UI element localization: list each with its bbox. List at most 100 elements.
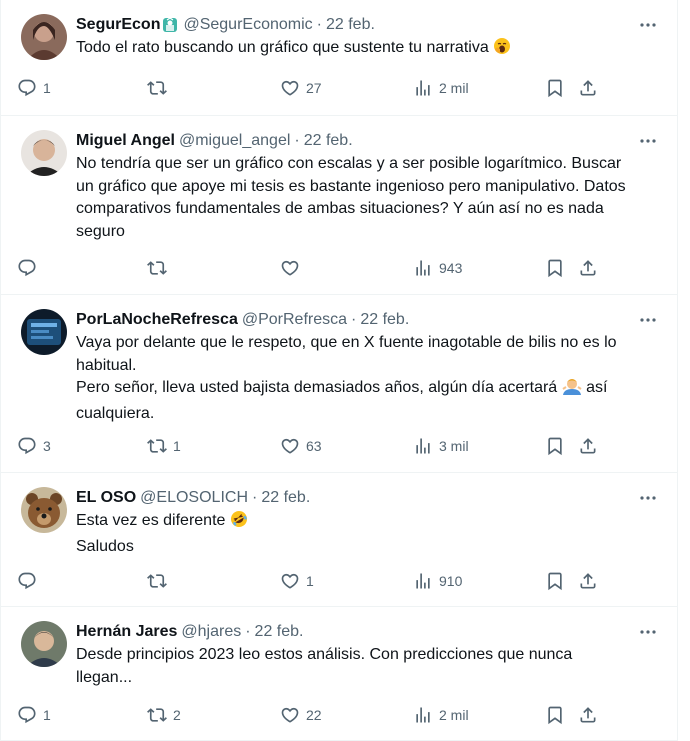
retweet-button[interactable]: 1 (147, 436, 181, 456)
reply-icon (18, 259, 36, 277)
like-count: 27 (306, 80, 322, 96)
tweet-header: PorLaNocheRefresca @PorRefresca · 22 feb… (76, 309, 631, 331)
retweet-button[interactable] (147, 258, 173, 278)
tweet-date[interactable]: 22 feb. (304, 132, 353, 150)
tweet[interactable]: Miguel Angel @miguel_angel · 22 feb. No … (1, 116, 677, 295)
share-button[interactable] (578, 705, 598, 725)
views-button[interactable]: 910 (413, 571, 462, 591)
replies-feed: SegurEcon @SegurEconomic · 22 feb. Todo … (0, 0, 678, 741)
bookmark-button[interactable] (545, 78, 565, 98)
more-options-icon[interactable] (637, 309, 659, 331)
reply-button[interactable]: 1 (17, 78, 51, 98)
retweet-button[interactable] (147, 571, 173, 591)
retweet-button[interactable]: 2 (147, 705, 181, 725)
author-handle[interactable]: @ELOSOLICH (140, 489, 248, 507)
views-button[interactable]: 3 mil (413, 436, 469, 456)
bookmark-button[interactable] (545, 571, 565, 591)
more-options-icon[interactable] (637, 487, 659, 509)
author-name[interactable]: Hernán Jares (76, 623, 177, 641)
share-button[interactable] (578, 436, 598, 456)
tweet[interactable]: EL OSO @ELOSOLICH · 22 feb. Esta vez es … (1, 473, 677, 607)
like-button[interactable]: 63 (280, 436, 322, 456)
man-shrugging-icon (562, 377, 582, 403)
like-count: 1 (306, 573, 314, 589)
share-icon (580, 707, 596, 723)
tweet[interactable]: PorLaNocheRefresca @PorRefresca · 22 feb… (1, 295, 677, 473)
tweet[interactable]: Hernán Jares @hjares · 22 feb. Desde pri… (1, 607, 677, 741)
view-count: 2 mil (439, 80, 469, 96)
heart-icon (281, 80, 299, 96)
author-handle[interactable]: @hjares (181, 623, 241, 641)
share-button[interactable] (578, 571, 598, 591)
author-handle[interactable]: @PorRefresca (242, 311, 347, 329)
tweet-text-line: Esta vez es diferente (76, 510, 631, 536)
views-chart-icon (416, 260, 430, 276)
like-button[interactable]: 1 (280, 571, 314, 591)
view-count: 2 mil (439, 707, 469, 723)
more-options-icon[interactable] (637, 14, 659, 36)
retweet-icon (147, 261, 167, 275)
avatar[interactable] (21, 309, 67, 355)
avatar[interactable] (21, 487, 67, 533)
tweet-date[interactable]: 22 feb. (326, 16, 375, 34)
retweet-button[interactable] (147, 78, 173, 98)
bookmark-button[interactable] (545, 436, 565, 456)
bookmark-button[interactable] (545, 705, 565, 725)
views-chart-icon (416, 707, 430, 723)
separator-dot: · (351, 311, 357, 328)
author-name[interactable]: PorLaNocheRefresca (76, 311, 238, 329)
rolling-on-floor-laughing-icon (230, 510, 248, 536)
author-handle[interactable]: @miguel_angel (179, 132, 290, 150)
share-button[interactable] (578, 258, 598, 278)
yawning-face-icon (493, 37, 511, 63)
views-button[interactable]: 2 mil (413, 78, 469, 98)
heart-icon (281, 707, 299, 723)
tweet-date[interactable]: 22 feb. (261, 489, 310, 507)
like-button[interactable] (280, 258, 306, 278)
reply-button[interactable] (17, 571, 43, 591)
share-button[interactable] (578, 78, 598, 98)
tweet-text-body: Todo el rato buscando un gráfico que sus… (76, 39, 489, 56)
bookmark-button[interactable] (545, 258, 565, 278)
reply-button[interactable]: 1 (17, 705, 51, 725)
reply-button[interactable]: 3 (17, 436, 51, 456)
avatar[interactable] (21, 14, 67, 60)
reply-icon (18, 572, 36, 590)
retweet-icon (147, 708, 167, 722)
share-icon (580, 438, 596, 454)
heart-icon (281, 438, 299, 454)
reply-count: 3 (43, 438, 51, 454)
separator-dot: · (316, 16, 322, 33)
bookmark-icon (548, 706, 562, 725)
tweet[interactable]: SegurEcon @SegurEconomic · 22 feb. Todo … (1, 0, 677, 116)
like-count: 22 (306, 707, 322, 723)
bookmark-icon (548, 437, 562, 456)
tweet-date[interactable]: 22 feb. (255, 623, 304, 641)
author-name[interactable]: EL OSO (76, 489, 136, 507)
views-button[interactable]: 2 mil (413, 705, 469, 725)
reply-icon (18, 79, 36, 97)
like-button[interactable]: 22 (280, 705, 322, 725)
views-button[interactable]: 943 (413, 258, 462, 278)
author-name[interactable]: SegurEcon (76, 16, 160, 34)
tweet-date[interactable]: 22 feb. (360, 311, 409, 329)
tweet-header: EL OSO @ELOSOLICH · 22 feb. (76, 487, 631, 509)
views-chart-icon (416, 573, 430, 589)
share-icon (580, 573, 596, 589)
like-button[interactable]: 27 (280, 78, 322, 98)
retweet-icon (147, 574, 167, 588)
author-name[interactable]: Miguel Angel (76, 132, 175, 150)
reply-button[interactable] (17, 258, 43, 278)
tweet-text-line: Saludos (76, 537, 134, 555)
more-options-icon[interactable] (637, 130, 659, 152)
reply-count: 1 (43, 80, 51, 96)
reply-icon (18, 706, 36, 724)
tweet-text-fragment: Pero señor, lleva usted bajista demasiad… (76, 379, 558, 396)
tweet-text-line: Vaya por delante que le respeto, que en … (76, 334, 617, 374)
tweet-header: Hernán Jares @hjares · 22 feb. (76, 621, 631, 643)
more-options-icon[interactable] (637, 621, 659, 643)
avatar[interactable] (21, 130, 67, 176)
avatar[interactable] (21, 621, 67, 667)
author-handle[interactable]: @SegurEconomic (183, 16, 312, 34)
tweet-text-line: Pero señor, lleva usted bajista demasiad… (76, 377, 631, 425)
